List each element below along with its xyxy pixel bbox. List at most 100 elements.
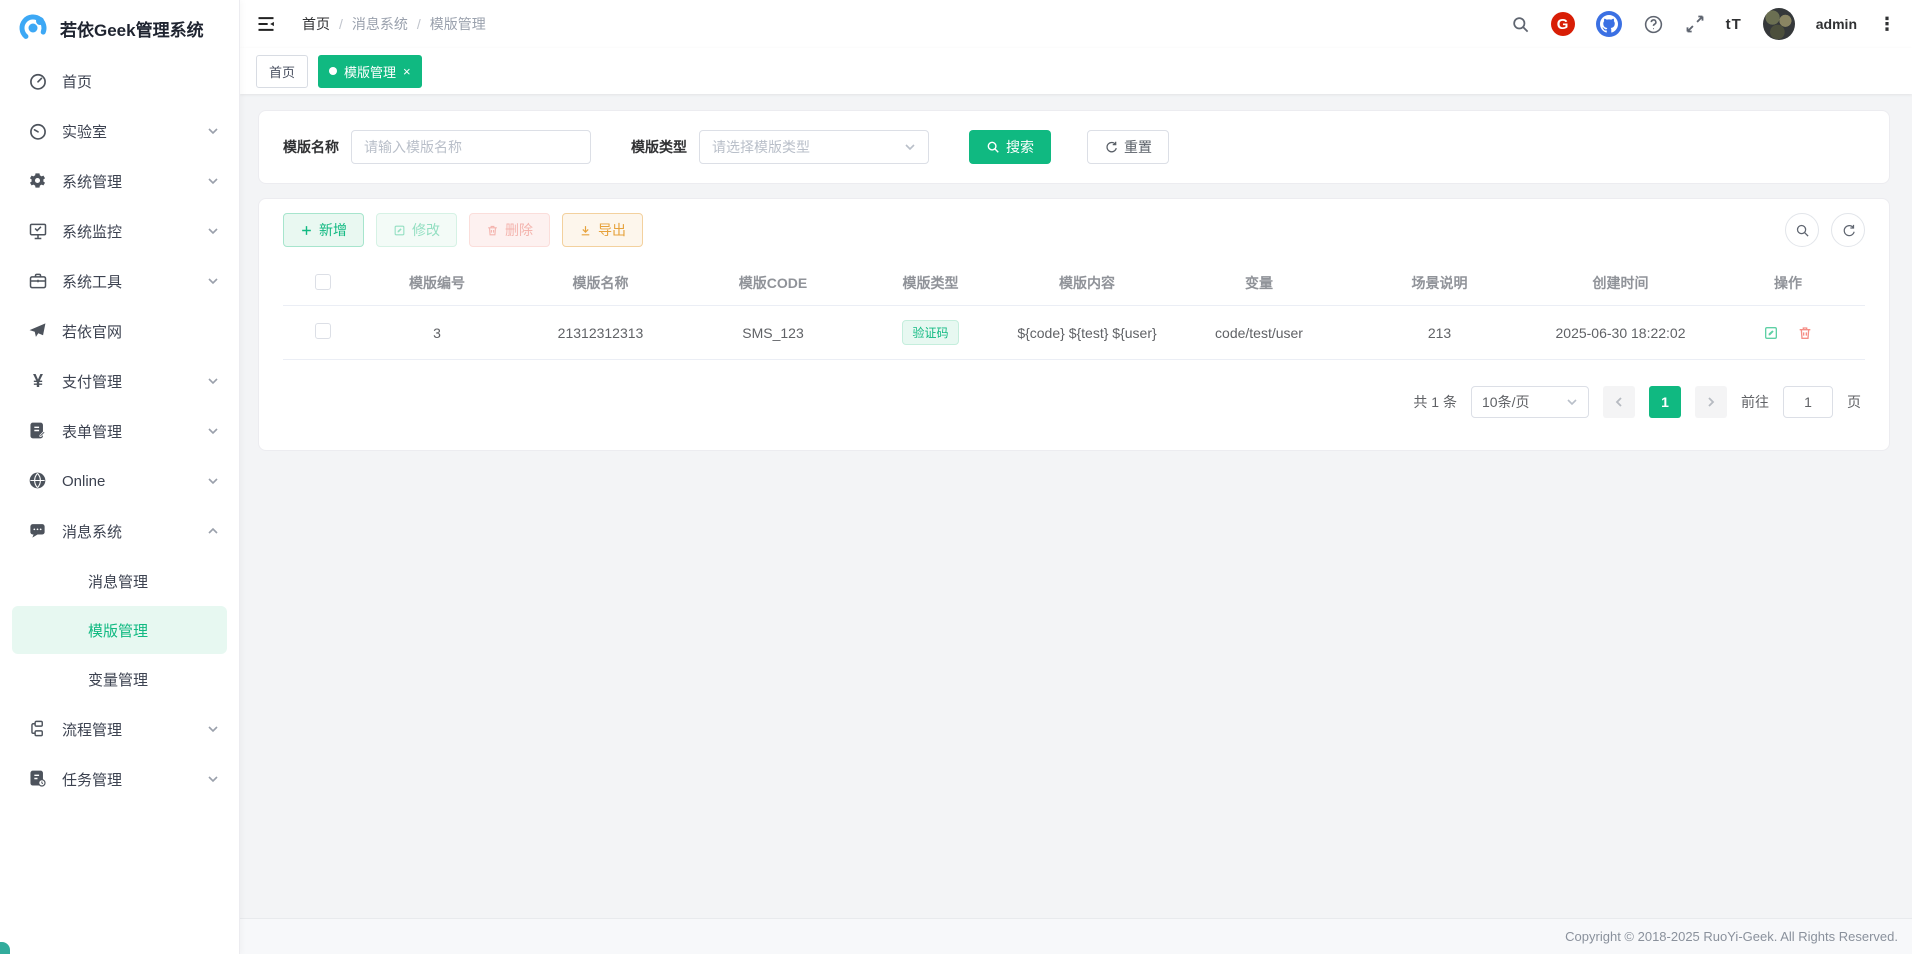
template-type-badge: 验证码 [902,320,958,345]
search-icon[interactable] [1511,15,1530,34]
row-delete-icon[interactable] [1797,325,1813,341]
delete-button[interactable]: 删除 [469,213,550,247]
edit-icon [393,224,406,237]
toolbox-icon [28,271,48,291]
sidebar-item-lab[interactable]: 实验室 [0,106,239,156]
github-icon[interactable] [1596,11,1622,37]
show-search-button[interactable] [1785,213,1819,247]
row-checkbox[interactable] [315,323,331,339]
edit-button[interactable]: 修改 [376,213,457,247]
col-header-variables[interactable]: 变量 [1169,261,1349,306]
help-icon[interactable] [1643,14,1664,35]
tag-template-manage[interactable]: 模版管理 × [318,55,422,88]
reset-button-label: 重置 [1124,137,1152,157]
sidebar-item-message-system[interactable]: 消息系统 [0,506,239,556]
search-button[interactable]: 搜索 [969,130,1051,164]
pagination: 共 1 条 10条/页 1 前往 页 [283,360,1865,440]
row-edit-icon[interactable] [1763,325,1779,341]
current-page-button[interactable]: 1 [1649,386,1681,418]
navbar-actions: G tT admin ⋮ [1511,8,1896,40]
sidebar-item-tasks[interactable]: 任务管理 [0,754,239,804]
col-header-code[interactable]: 模版CODE [690,261,856,306]
sidebar-subitem-message-manage[interactable]: 消息管理 [0,556,239,606]
breadcrumb-home[interactable]: 首页 [302,14,330,34]
tag-home[interactable]: 首页 [256,55,308,88]
username[interactable]: admin [1816,16,1857,32]
col-header-content[interactable]: 模版内容 [1005,261,1169,306]
sidebar-item-workflow[interactable]: 流程管理 [0,704,239,754]
app-logo-icon [18,13,48,43]
sidebar-item-online[interactable]: Online [0,456,239,506]
top-navbar: 首页 / 消息系统 / 模版管理 G tT admin ⋮ [240,0,1912,48]
add-button[interactable]: 新增 [283,213,364,247]
prev-page-button[interactable] [1603,386,1635,418]
select-all-checkbox[interactable] [315,274,331,290]
sidebar-subitem-template-manage[interactable]: 模版管理 [12,606,227,654]
main-column: 首页 / 消息系统 / 模版管理 G tT admin ⋮ [240,0,1912,954]
chevron-down-icon [207,175,219,187]
sidebar-item-label: 系统工具 [62,271,193,292]
sidebar-subitem-variable-manage[interactable]: 变量管理 [0,654,239,704]
export-button[interactable]: 导出 [562,213,643,247]
row-actions [1715,325,1861,341]
col-header-type[interactable]: 模版类型 [856,261,1005,306]
next-page-button[interactable] [1695,386,1727,418]
form-document-icon [28,421,48,441]
sidebar-item-home[interactable]: 首页 [0,56,239,106]
sidebar-item-forms[interactable]: 表单管理 [0,406,239,456]
breadcrumb-section: 消息系统 [352,14,408,34]
fullscreen-icon[interactable] [1685,14,1705,34]
globe-icon [28,471,48,491]
kebab-menu-icon[interactable]: ⋮ [1878,15,1896,33]
template-type-select[interactable]: 请选择模版类型 [699,130,929,164]
workflow-icon [28,719,48,739]
sidebar-item-label: 首页 [62,71,219,92]
sidebar-subitem-label: 变量管理 [88,669,148,690]
sidebar-item-label: 任务管理 [62,769,193,790]
task-book-icon [28,769,48,789]
delete-button-label: 删除 [505,220,533,240]
col-header-scene[interactable]: 场景说明 [1349,261,1530,306]
col-header-id[interactable]: 模版编号 [363,261,511,306]
col-header-name[interactable]: 模版名称 [511,261,690,306]
cell-variables: code/test/user [1169,306,1349,360]
table-toolbar: 新增 修改 删除 导出 [283,213,1865,247]
cell-template-content: ${code} ${test} ${user} [1005,306,1169,360]
sidebar-collapse-icon[interactable] [256,14,276,34]
close-icon[interactable]: × [403,64,411,79]
sidebar-item-official-site[interactable]: 若依官网 [0,306,239,356]
gauge-icon [28,121,48,141]
trash-icon [486,224,499,237]
tag-label: 模版管理 [344,62,396,81]
sidebar-item-label: 实验室 [62,121,193,142]
refresh-table-button[interactable] [1831,213,1865,247]
cell-created-time: 2025-06-30 18:22:02 [1530,306,1711,360]
table-row[interactable]: 3 21312312313 SMS_123 验证码 ${code} ${test… [283,306,1865,360]
sidebar-item-system-tools[interactable]: 系统工具 [0,256,239,306]
font-size-icon[interactable]: tT [1726,16,1742,33]
avatar[interactable] [1763,8,1795,40]
sidebar-subitem-label: 模版管理 [88,620,148,641]
sidebar-item-payment[interactable]: ¥ 支付管理 [0,356,239,406]
template-name-input[interactable] [351,130,591,164]
app-logo-row[interactable]: 若依Geek管理系统 [0,0,239,56]
chevron-down-icon [207,773,219,785]
chat-bubble-icon [28,521,48,541]
gitee-icon[interactable]: G [1551,12,1575,36]
sidebar-item-label: 系统管理 [62,171,193,192]
reset-button[interactable]: 重置 [1087,130,1169,164]
table-header-row: 模版编号 模版名称 模版CODE 模版类型 模版内容 变量 场景说明 创建时间 … [283,261,1865,306]
breadcrumb-page: 模版管理 [430,14,486,34]
chevron-down-icon [1566,396,1578,408]
goto-page-input[interactable] [1783,386,1833,418]
tag-active-dot-icon [329,67,337,75]
sidebar-item-system-monitor[interactable]: 系统监控 [0,206,239,256]
cell-template-code: SMS_123 [690,306,856,360]
chevron-down-icon [207,723,219,735]
page-footer: Copyright © 2018-2025 RuoYi-Geek. All Ri… [240,918,1912,954]
search-panel: 模版名称 模版类型 请选择模版类型 搜索 重置 [258,110,1890,184]
page-size-select[interactable]: 10条/页 [1471,386,1589,418]
col-header-created[interactable]: 创建时间 [1530,261,1711,306]
chevron-right-icon [1705,396,1717,408]
sidebar-item-system-manage[interactable]: 系统管理 [0,156,239,206]
